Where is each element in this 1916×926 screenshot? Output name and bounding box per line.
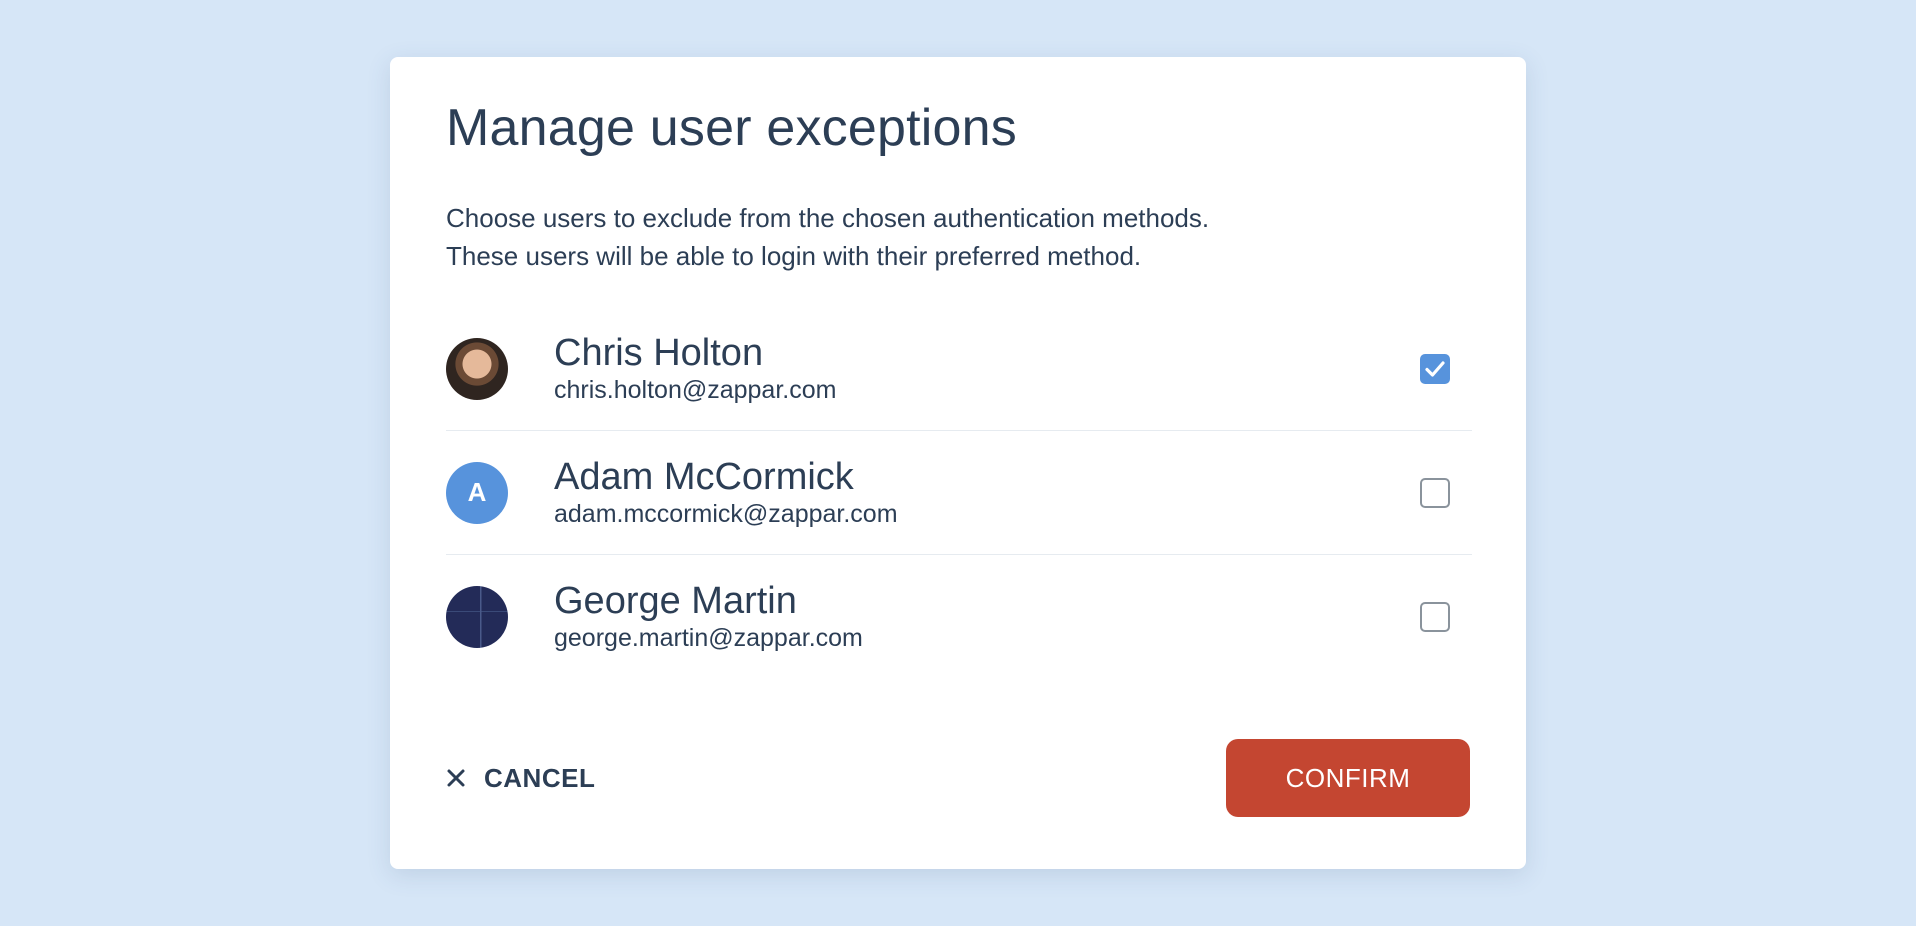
checkmark-icon (1425, 361, 1445, 377)
user-info: Chris Holton chris.holton@zappar.com (554, 332, 836, 406)
user-row[interactable]: A Adam McCormick adam.mccormick@zappar.c… (446, 431, 1472, 556)
confirm-button[interactable]: CONFIRM (1226, 739, 1470, 817)
cancel-label: CANCEL (484, 762, 596, 793)
user-checkbox[interactable] (1420, 353, 1450, 384)
user-email: george.martin@zappar.com (554, 624, 863, 653)
user-checkbox[interactable] (1420, 477, 1450, 508)
user-email: adam.mccormick@zappar.com (554, 499, 898, 528)
cancel-button[interactable]: CANCEL (446, 763, 595, 794)
description-line-2: These users will be able to login with t… (446, 241, 1142, 272)
user-row[interactable]: George Martin george.martin@zappar.com (446, 555, 1472, 679)
user-email: chris.holton@zappar.com (554, 375, 837, 404)
user-list: Chris Holton chris.holton@zappar.com A A… (446, 307, 1472, 679)
user-name: Adam McCormick (554, 455, 854, 498)
user-row[interactable]: Chris Holton chris.holton@zappar.com (446, 307, 1472, 432)
avatar: A (446, 461, 508, 524)
user-info: Adam McCormick adam.mccormick@zappar.com (554, 456, 898, 530)
user-checkbox[interactable] (1420, 602, 1450, 633)
user-name: Chris Holton (554, 331, 764, 374)
description-line-1: Choose users to exclude from the chosen … (446, 203, 1210, 234)
dialog-footer: CANCEL CONFIRM (446, 739, 1470, 817)
user-name: George Martin (554, 580, 797, 623)
avatar (446, 337, 508, 400)
avatar (446, 586, 508, 649)
close-icon (447, 769, 465, 787)
dialog-title: Manage user exceptions (446, 99, 1017, 157)
user-info: George Martin george.martin@zappar.com (554, 580, 863, 654)
manage-user-exceptions-dialog: Manage user exceptions Choose users to e… (390, 57, 1526, 869)
dialog-description: Choose users to exclude from the chosen … (446, 199, 1470, 275)
